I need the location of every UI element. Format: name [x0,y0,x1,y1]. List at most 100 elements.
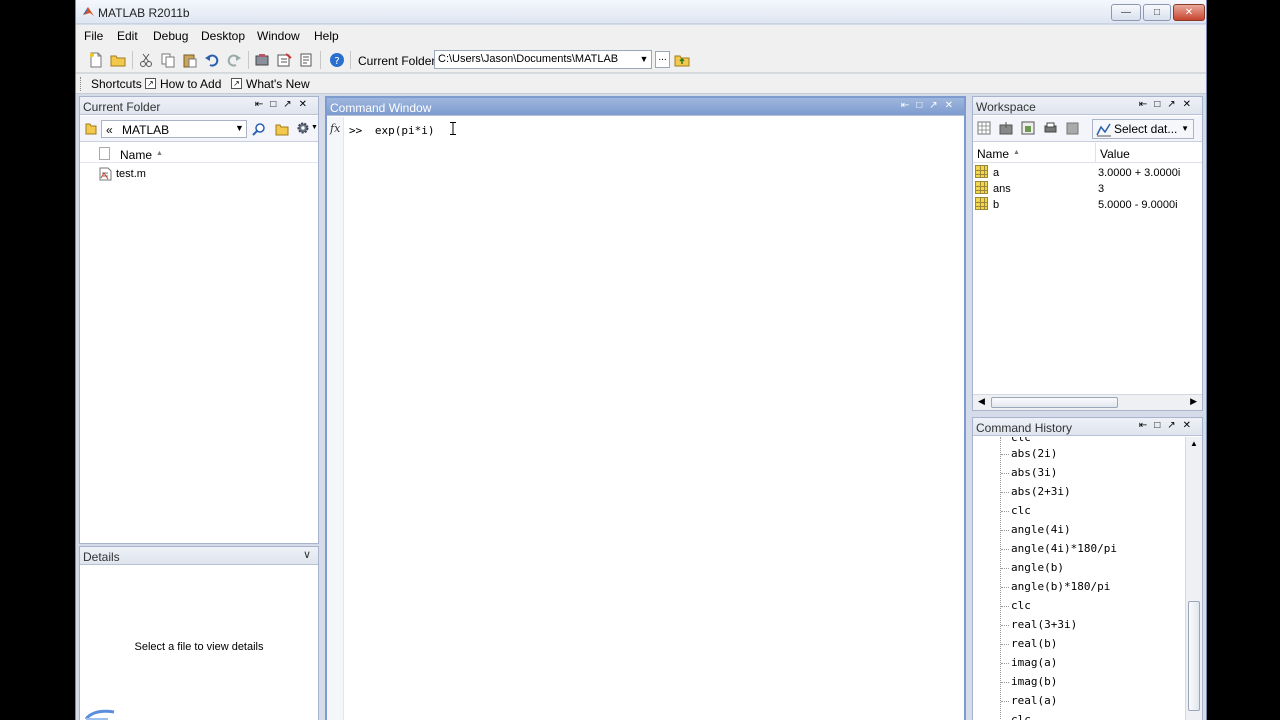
folder-path: MATLAB [122,123,170,137]
panel-controls[interactable]: ⇤□↗✕ [1139,420,1198,431]
up-folder-icon[interactable] [275,122,289,136]
paste-icon[interactable] [182,52,198,68]
panel-controls[interactable]: ⇤□↗✕ [901,100,960,111]
history-entry[interactable]: angle(4i) [1011,523,1071,536]
current-folder-field[interactable]: C:\Users\Jason\Documents\MATLAB [434,50,652,69]
history-vertical-scrollbar[interactable]: ▲ [1185,437,1202,720]
up-folder-icon[interactable] [674,52,690,68]
path-prefix: « [106,123,113,137]
command-prompt: >> [349,124,363,137]
profiler-icon[interactable] [298,52,314,68]
table-row[interactable]: b 5.0000 - 9.0000i [975,197,1200,213]
sort-ascending-icon: ▲ [156,150,163,157]
menu-file[interactable]: File [84,29,103,43]
shortcut-link-icon: ↗ [231,78,242,89]
shortcut-how-to-add[interactable]: How to Add [160,77,221,91]
panel-controls[interactable]: ⇤□↗✕ [1139,99,1198,110]
history-entry[interactable]: angle(b) [1011,561,1064,574]
start-button-fragment-icon [84,709,115,720]
workspace-horizontal-scrollbar[interactable]: ◀ ▶ [973,394,1202,410]
browse-folder-button[interactable]: ... [655,51,670,68]
history-entry[interactable]: real(3+3i) [1011,618,1077,631]
scroll-thumb[interactable] [991,397,1118,408]
panel-title: Details [83,550,120,564]
scroll-right-icon[interactable]: ▶ [1190,396,1197,407]
help-icon[interactable]: ? [329,52,345,68]
workspace-toolbar: Select dat... ▼ [973,116,1202,142]
command-line[interactable]: >> exp(pi*i) [349,124,434,137]
scroll-thumb[interactable] [1188,601,1200,711]
history-entry[interactable]: abs(2i) [1011,447,1057,460]
cut-icon[interactable] [138,52,154,68]
history-entry[interactable]: clc [1011,713,1031,720]
table-row[interactable]: a 3.0000 + 3.0000i [975,165,1200,181]
function-browser-icon[interactable]: fx [330,122,340,135]
variable-icon [975,165,988,178]
details-header[interactable]: Details ∨ [80,547,318,565]
menu-window[interactable]: Window [257,29,300,43]
history-entry[interactable]: real(a) [1011,694,1057,707]
matlab-logo-icon [83,7,94,16]
folder-icon [85,123,97,135]
history-entry[interactable]: angle(b)*180/pi [1011,580,1110,593]
chevron-down-icon[interactable]: ▼ [637,51,651,68]
undo-icon[interactable] [204,52,220,68]
command-window-header: Command Window ⇤□↗✕ [327,98,964,116]
command-input[interactable]: exp(pi*i) [375,124,435,137]
panel-title: Command Window [330,101,432,115]
m-file-icon [99,167,112,181]
panel-controls[interactable]: ⇤□↗✕ [255,99,314,110]
history-entry[interactable]: clc [1011,599,1031,612]
table-row[interactable]: ans 3 [975,181,1200,197]
history-entry[interactable]: clc [1011,437,1031,444]
column-name[interactable]: Name [977,147,1009,161]
import-data-icon[interactable] [999,121,1014,136]
command-window[interactable]: Command Window ⇤□↗✕ fx >> exp(pi*i) [325,96,966,720]
copy-icon[interactable] [160,52,176,68]
new-variable-icon[interactable] [977,121,992,136]
simulink-icon[interactable] [254,52,270,68]
menu-bar: File Edit Debug Desktop Window Help [76,25,1206,47]
close-icon[interactable]: ✕ [1173,4,1205,21]
menu-help[interactable]: Help [314,29,339,43]
maximize-icon[interactable]: □ [1143,4,1171,21]
gear-icon[interactable] [296,121,310,135]
chevron-down-icon[interactable]: ∨ [303,548,311,561]
history-entry[interactable]: angle(4i)*180/pi [1011,542,1117,555]
column-name[interactable]: Name [120,148,152,162]
panel-title: Workspace [976,100,1036,114]
variable-value: 3.0000 + 3.0000i [1098,167,1181,179]
matlab-window: MATLAB R2011b — □ ✕ File Edit Debug Desk… [75,0,1207,720]
shortcut-whats-new[interactable]: What's New [246,77,310,91]
chevron-down-icon[interactable]: ▼ [311,124,318,131]
print-icon[interactable] [1043,121,1058,136]
history-entry[interactable]: real(b) [1011,637,1057,650]
menu-debug[interactable]: Debug [153,29,188,43]
history-entry[interactable]: abs(3i) [1011,466,1057,479]
redo-icon[interactable] [226,52,242,68]
open-folder-icon[interactable] [110,52,126,68]
minimize-icon[interactable]: — [1111,4,1141,21]
select-data-to-plot-dropdown[interactable]: Select dat... ▼ [1092,119,1194,139]
guide-icon[interactable] [276,52,292,68]
history-entry[interactable]: imag(b) [1011,675,1057,688]
toolbar: ? Current Folder: C:\Users\Jason\Documen… [76,47,1206,73]
shortcut-link-icon: ↗ [145,78,156,89]
new-file-icon[interactable] [88,52,104,68]
folder-path-field[interactable]: « MATLAB [101,120,247,138]
scroll-left-icon[interactable]: ◀ [978,396,985,407]
menu-desktop[interactable]: Desktop [201,29,245,43]
panel-title: Command History [976,421,1073,435]
toolbar-grip[interactable] [80,77,83,91]
sort-ascending-icon: ▲ [1013,149,1020,156]
history-entry[interactable]: abs(2+3i) [1011,485,1071,498]
scroll-up-icon[interactable]: ▲ [1190,439,1198,448]
save-workspace-icon[interactable] [1021,121,1036,136]
chevron-down-icon[interactable]: ▼ [235,123,244,133]
menu-edit[interactable]: Edit [117,29,138,43]
delete-icon[interactable] [1065,121,1080,136]
search-icon[interactable] [252,122,266,136]
column-value[interactable]: Value [1100,147,1130,161]
history-entry[interactable]: clc [1011,504,1031,517]
history-entry[interactable]: imag(a) [1011,656,1057,669]
